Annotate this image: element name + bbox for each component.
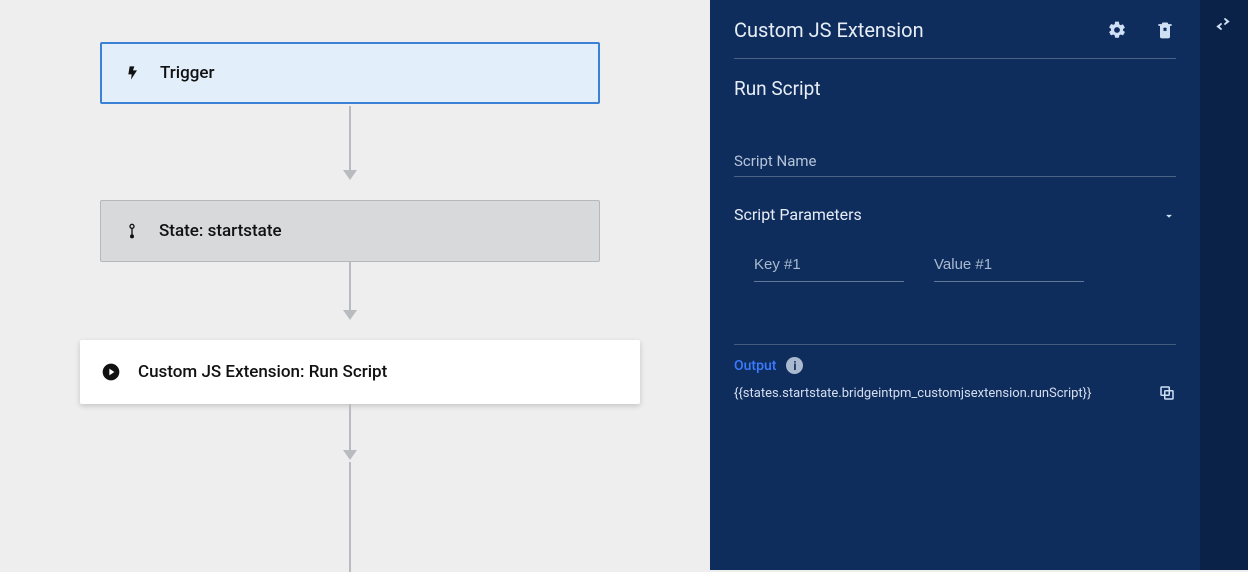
chevron-down-icon bbox=[1162, 208, 1176, 222]
connector bbox=[349, 462, 351, 572]
output-header: Output i bbox=[734, 357, 1176, 374]
arrow-down-icon bbox=[343, 310, 357, 320]
connector bbox=[349, 262, 351, 310]
parameter-key-input[interactable] bbox=[754, 250, 904, 282]
script-parameters-toggle[interactable]: Script Parameters bbox=[734, 205, 1176, 224]
swap-icon[interactable] bbox=[1213, 14, 1235, 36]
parameter-row bbox=[734, 250, 1176, 290]
play-icon bbox=[100, 361, 122, 383]
node-label: Trigger bbox=[160, 63, 215, 83]
script-parameters-label: Script Parameters bbox=[734, 205, 862, 224]
state-icon bbox=[121, 220, 143, 242]
arrow-down-icon bbox=[343, 170, 357, 180]
node-label: Custom JS Extension: Run Script bbox=[138, 362, 387, 382]
panel-subtitle: Run Script bbox=[734, 59, 1176, 122]
node-label: State: startstate bbox=[159, 221, 282, 241]
delete-icon[interactable] bbox=[1154, 19, 1176, 41]
workflow-node-action[interactable]: Custom JS Extension: Run Script bbox=[80, 340, 640, 404]
panel-title: Custom JS Extension bbox=[734, 18, 1080, 42]
connector bbox=[349, 106, 351, 170]
output-label: Output bbox=[734, 358, 776, 374]
workflow-node-trigger[interactable]: Trigger bbox=[100, 42, 600, 104]
script-name-field[interactable]: Script Name bbox=[734, 152, 1176, 177]
gear-icon[interactable] bbox=[1106, 19, 1128, 41]
arrow-down-icon bbox=[343, 450, 357, 460]
workflow-canvas[interactable]: Trigger State: startstate Custom JS Exte… bbox=[0, 0, 710, 570]
copy-icon[interactable] bbox=[1158, 384, 1176, 402]
properties-panel: Custom JS Extension Run Script Script Na… bbox=[710, 0, 1200, 570]
workflow-node-state[interactable]: State: startstate bbox=[100, 200, 600, 262]
parameter-value-input[interactable] bbox=[934, 250, 1084, 282]
connector bbox=[349, 404, 351, 450]
divider bbox=[734, 344, 1176, 345]
lightning-icon bbox=[122, 62, 144, 84]
panel-header: Custom JS Extension bbox=[734, 18, 1176, 59]
info-icon[interactable]: i bbox=[786, 357, 803, 374]
right-rail bbox=[1200, 0, 1248, 570]
output-value: {{states.startstate.bridgeintpm_customjs… bbox=[734, 386, 1148, 401]
